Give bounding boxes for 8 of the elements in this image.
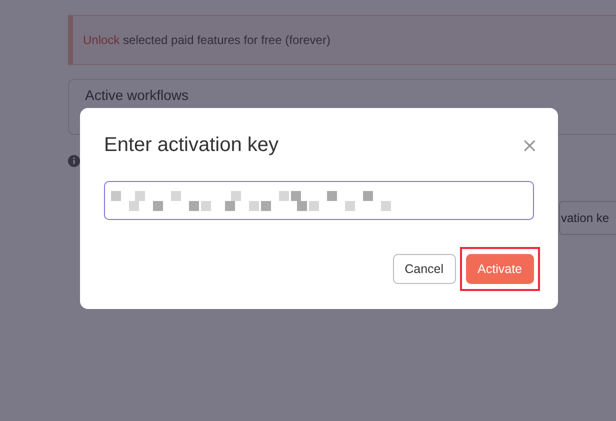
activation-key-button[interactable]: vation ke bbox=[559, 201, 616, 235]
cancel-button[interactable]: Cancel bbox=[392, 254, 456, 284]
close-button[interactable]: × bbox=[521, 135, 538, 155]
activation-key-field[interactable] bbox=[104, 181, 534, 220]
dialog-title: Enter activation key bbox=[104, 134, 279, 156]
card-title: Active workflows bbox=[85, 87, 188, 103]
promo-text: Unlock selected paid features for free (forever) bbox=[83, 33, 330, 47]
activate-button[interactable]: Activate bbox=[466, 254, 534, 284]
